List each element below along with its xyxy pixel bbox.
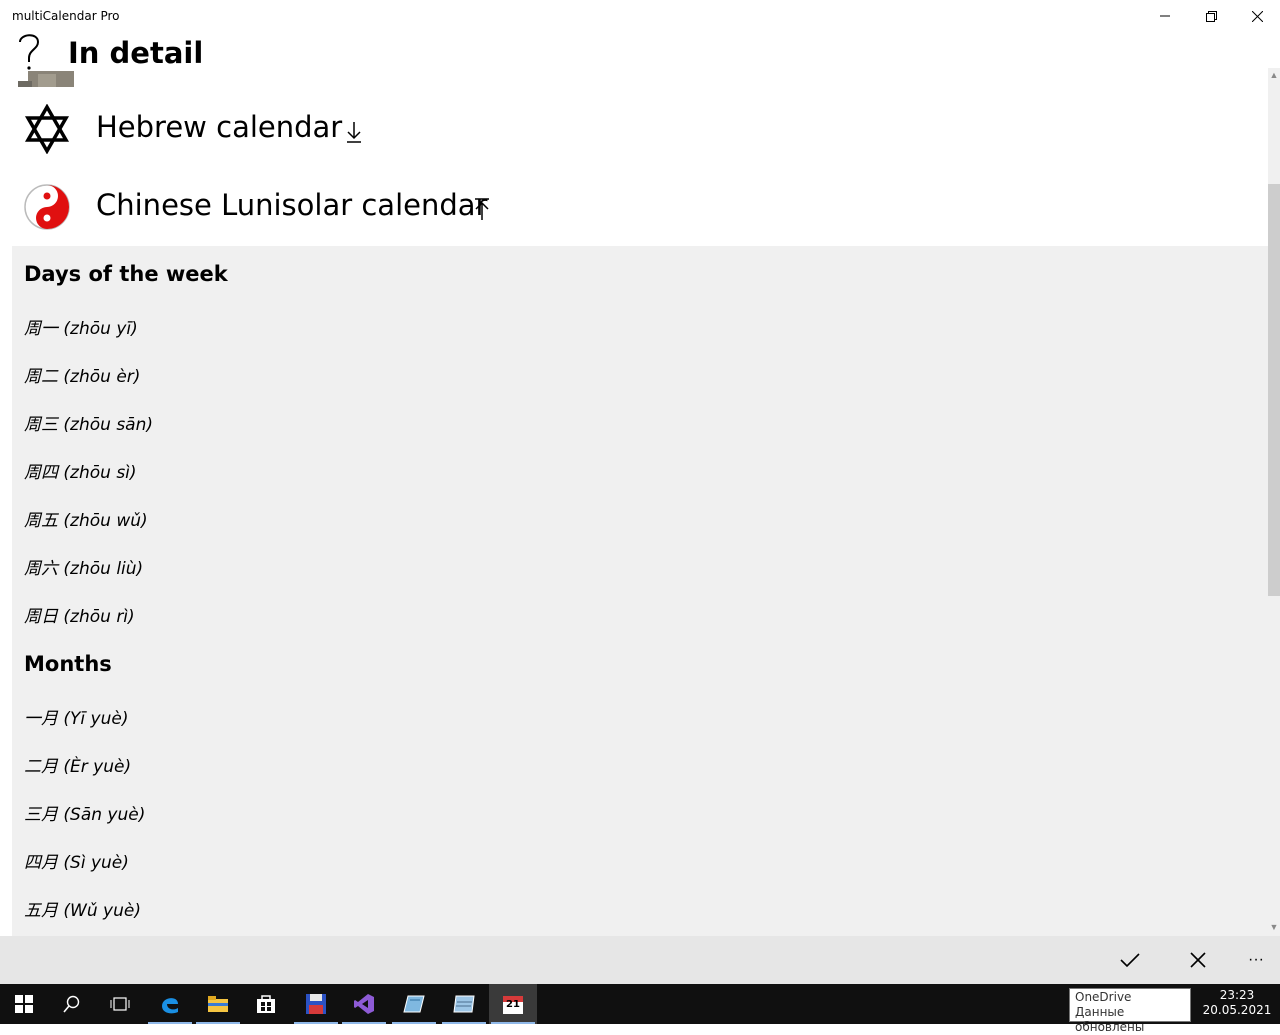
day-entry: 周三 (zhōu sān) (24, 415, 153, 435)
calendar-thumbnail-partial (18, 71, 74, 87)
search-icon (63, 995, 80, 1013)
onedrive-tooltip: OneDrive Данные обновлены (1069, 988, 1191, 1034)
restore-icon (1205, 10, 1217, 22)
scanner-icon (453, 995, 475, 1013)
clock-date: 20.05.2021 (1202, 1003, 1272, 1017)
months-section-title: Months (24, 652, 112, 676)
command-bar: ··· (0, 936, 1280, 984)
floppy-disk-icon (306, 994, 326, 1014)
yin-yang-icon (24, 184, 70, 230)
minimize-icon (1160, 15, 1170, 17)
month-entry: 一月 (Yī yuè) (24, 709, 129, 729)
download-arrow-icon[interactable] (344, 118, 364, 144)
folder-icon (208, 996, 228, 1012)
task-view-icon (110, 997, 130, 1011)
tooltip-text: Данные обновлены (1075, 1005, 1145, 1034)
scroll-up-arrow-icon[interactable]: ▲ (1268, 70, 1280, 82)
taskbar-multicalendar[interactable]: 21 (489, 984, 537, 1024)
help-icon[interactable] (14, 30, 44, 76)
accept-button[interactable] (1106, 936, 1154, 984)
taskbar-visual-studio[interactable] (340, 984, 388, 1024)
windows-logo-icon (15, 995, 33, 1013)
days-section-title: Days of the week (24, 262, 228, 286)
taskbar-save-app[interactable] (292, 984, 340, 1024)
month-entry: 二月 (Èr yuè) (24, 757, 132, 777)
day-entry: 周六 (zhōu liù) (24, 559, 144, 579)
day-entry: 周五 (zhōu wǔ) (24, 511, 148, 531)
clock-time: 23:23 (1219, 988, 1255, 1002)
day-entry: 周二 (zhōu èr) (24, 367, 141, 387)
calendar-day-number: 21 (506, 999, 520, 1010)
collapse-up-arrow-icon[interactable] (472, 196, 492, 222)
page-title: In detail (68, 36, 204, 70)
tablet-tool-icon (403, 995, 425, 1013)
taskbar-app-tool[interactable] (390, 984, 438, 1024)
month-entry: 四月 (Sì yuè) (24, 853, 129, 873)
app-title: multiCalendar Pro (12, 9, 120, 23)
calendar-detail-panel: Days of the week 周一 (zhōu yī) 周二 (zhōu è… (12, 246, 1268, 936)
more-options-button[interactable]: ··· (1232, 936, 1280, 984)
store-icon (257, 995, 275, 1013)
edge-browser-icon (162, 998, 178, 1014)
visual-studio-icon (354, 994, 374, 1014)
calendar-row-hebrew[interactable]: Hebrew calendar (12, 92, 1268, 170)
taskbar-edge[interactable] (146, 984, 194, 1024)
cancel-button[interactable] (1174, 936, 1222, 984)
month-entry: 三月 (Sān yuè) (24, 805, 146, 825)
calendar-name: Hebrew calendar (96, 110, 343, 144)
system-clock[interactable]: 23:23 20.05.2021 (1196, 988, 1278, 1018)
page-header: In detail (0, 28, 1268, 90)
checkmark-icon (1120, 953, 1140, 968)
close-icon (1251, 10, 1263, 22)
close-icon (1190, 952, 1206, 968)
tooltip-title: OneDrive (1075, 990, 1132, 1004)
taskbar-store[interactable] (242, 984, 290, 1024)
star-of-david-icon (24, 104, 70, 154)
day-entry: 周日 (zhōu rì) (24, 607, 135, 627)
scrollbar-thumb[interactable] (1268, 184, 1280, 596)
calendar-name: Chinese Lunisolar calendar (96, 188, 488, 222)
photo-icon (18, 71, 74, 87)
calendar-row-chinese[interactable]: Chinese Lunisolar calendar (12, 170, 1268, 248)
start-button[interactable] (0, 984, 48, 1024)
task-view-button[interactable] (96, 984, 144, 1024)
month-entry: 五月 (Wǔ yuè) (24, 901, 141, 921)
taskbar-file-explorer[interactable] (194, 984, 242, 1024)
scroll-down-arrow-icon[interactable]: ▼ (1268, 922, 1280, 934)
day-entry: 周四 (zhōu sì) (24, 463, 137, 483)
app-window: multiCalendar Pro In detail Hebrew calen… (0, 0, 1280, 984)
search-button[interactable] (48, 984, 96, 1024)
day-entry: 周一 (zhōu yī) (24, 319, 138, 339)
taskbar-scanner-app[interactable] (440, 984, 488, 1024)
